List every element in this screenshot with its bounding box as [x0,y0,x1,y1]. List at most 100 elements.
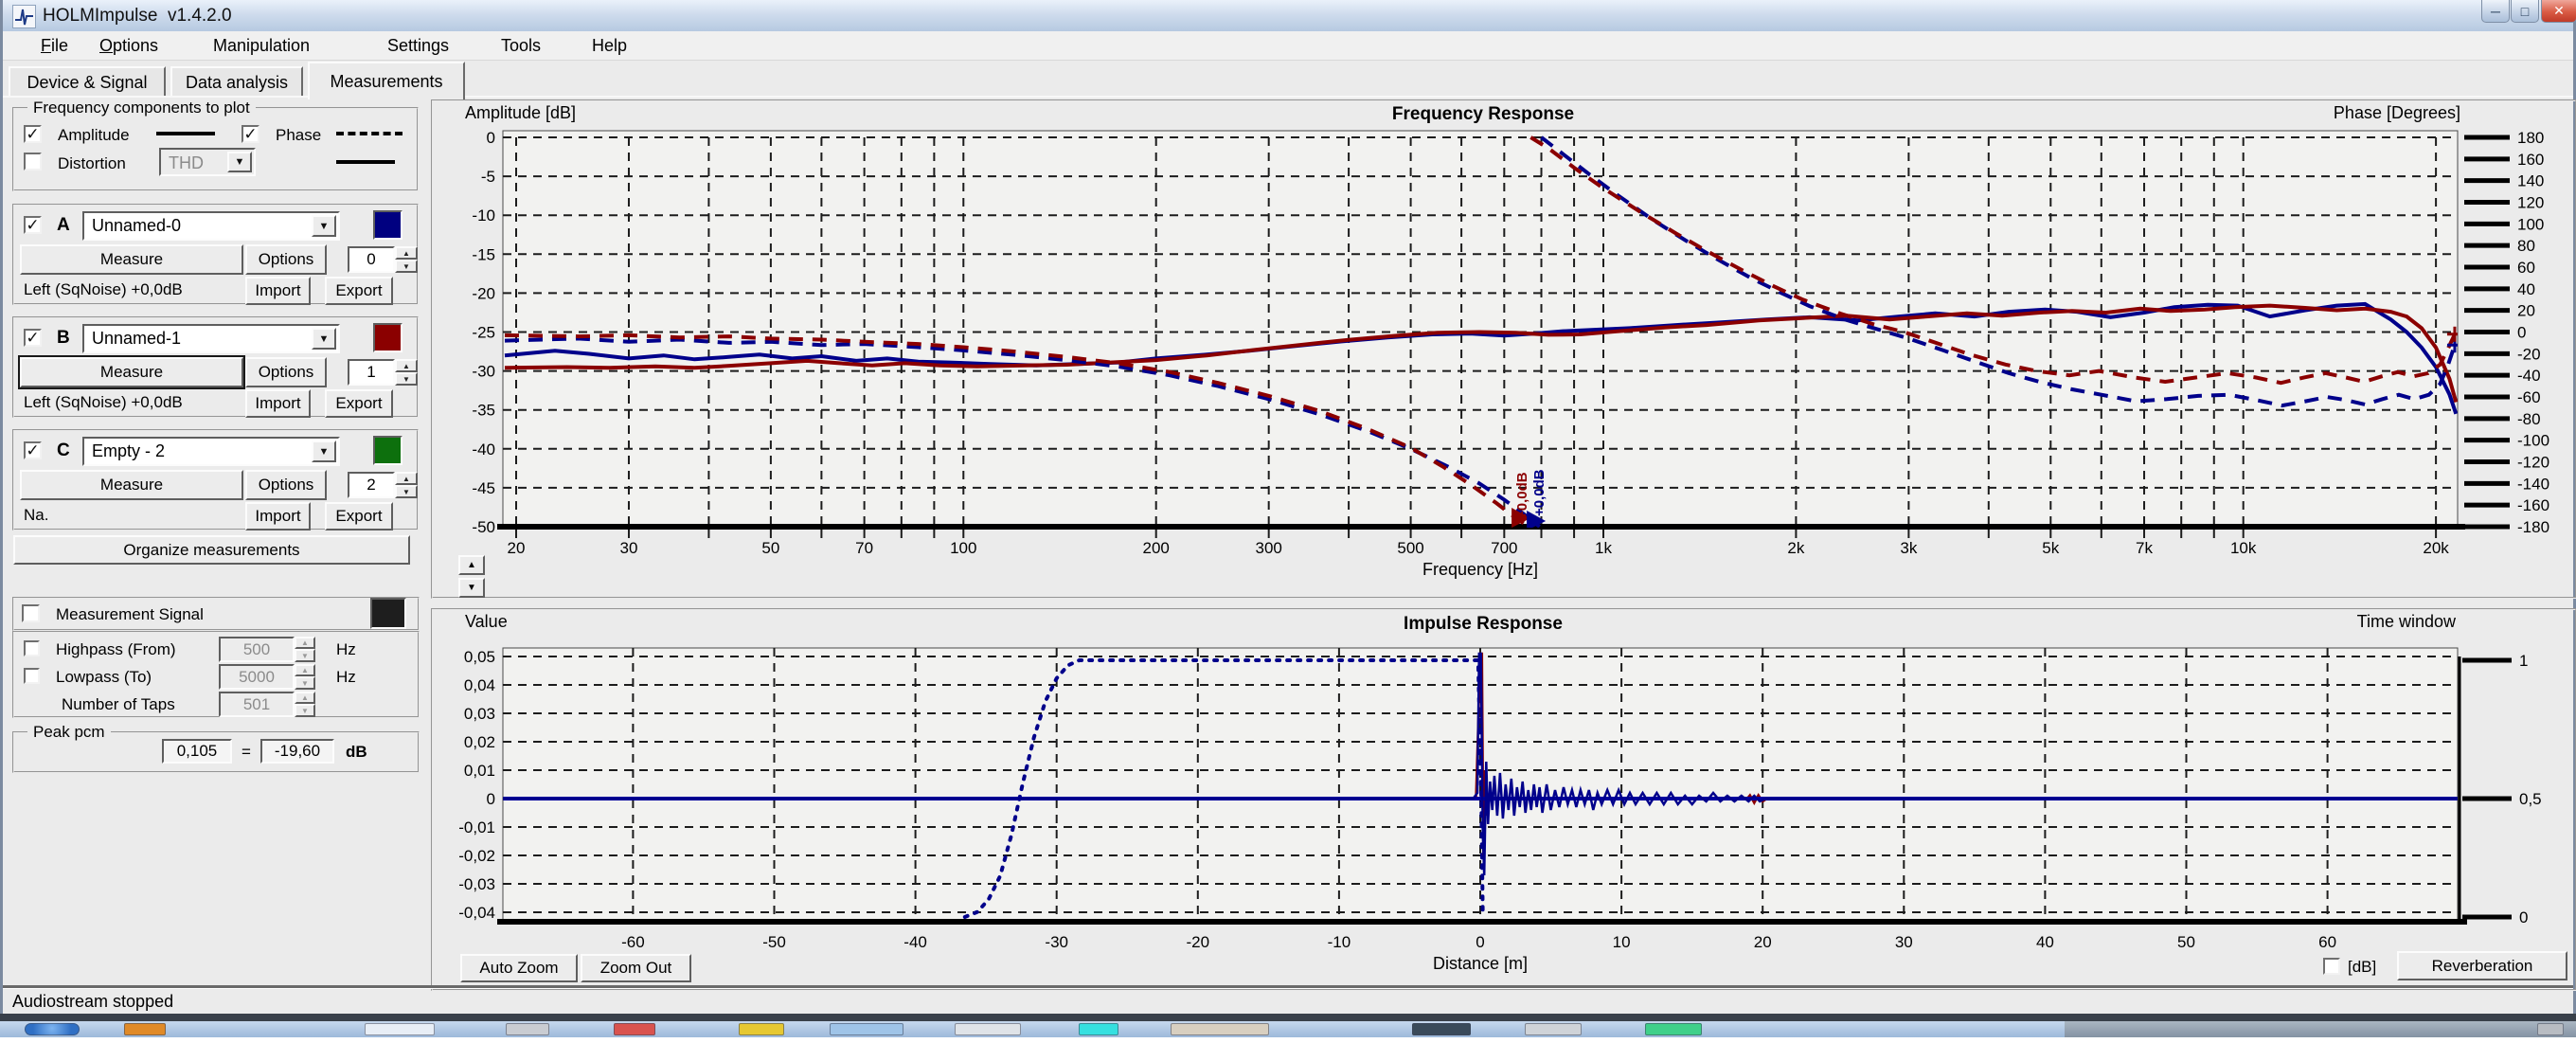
measurement-C-color-swatch[interactable] [373,436,402,465]
measurement-C-measure-button[interactable]: Measure [20,470,243,500]
spinner-up-icon[interactable]: ▲ [295,637,315,649]
distortion-line-sample [336,160,395,164]
zoom-out-button[interactable]: Zoom Out [581,954,691,982]
desktop-strip [0,1037,2576,1061]
spinner-up-icon[interactable]: ▲ [395,472,418,485]
taskbar-icon-app-cyan[interactable] [1079,1023,1118,1035]
menu-item-tools[interactable]: Tools [492,34,550,57]
db-checkbox[interactable] [2323,958,2340,975]
amplitude-checkbox[interactable]: ✓ [24,125,42,143]
peak-equals: = [242,743,251,762]
tab-data-analysis[interactable]: Data analysis [170,66,303,98]
peak-pcm-value: 0,105 [162,739,232,764]
ir-left-axis-label: Value [465,612,508,632]
taskbar-icon-start-button[interactable] [25,1023,80,1035]
taskbar-icon-app-grey[interactable] [506,1023,549,1035]
menu-item-help[interactable]: Help [582,34,636,57]
measurement-C-export-button[interactable]: Export [325,502,393,530]
auto-zoom-button[interactable]: Auto Zoom [460,954,578,982]
taskbar-icon-app-tan[interactable] [1171,1023,1269,1035]
measurement-C-import-button[interactable]: Import [245,502,311,530]
spinner-down-icon[interactable]: ▼ [295,704,315,717]
measurement-C-name: Empty - 2 [92,441,165,461]
taskbar-icon-app-yellow[interactable] [739,1023,784,1035]
taskbar-icon-show-desktop[interactable] [2537,1023,2564,1035]
fr-title: Frequency Response [1341,104,1625,125]
highpass-from--input[interactable]: 500 [219,637,295,662]
measurement-C-name-combobox[interactable]: Empty - 2 ▼ [82,437,340,466]
taskbar-icon-app-orange[interactable] [124,1023,166,1035]
distortion-checkbox[interactable] [24,153,42,171]
measurement-B-order-spinner[interactable]: 1 [348,359,395,386]
spinner-down-icon[interactable]: ▼ [395,485,418,498]
measurement-B-checkbox[interactable]: ✓ [24,329,42,347]
phase-line-sample [336,132,402,135]
spinner-down-icon[interactable]: ▼ [395,372,418,386]
spinner-up-icon[interactable]: ▲ [295,692,315,704]
spinner-down-icon[interactable]: ▼ [295,676,315,690]
spinner-up-icon[interactable]: ▲ [295,664,315,676]
maximize-button[interactable]: □ [2511,0,2539,23]
chevron-down-icon[interactable]: ▼ [227,152,252,172]
tab-measurements[interactable]: Measurements [308,62,465,99]
chevron-down-icon[interactable]: ▼ [312,441,336,462]
peak-db-value: -19,60 [260,739,334,764]
organize-measurements-button[interactable]: Organize measurements [13,535,410,565]
measurement-C-checkbox[interactable]: ✓ [24,441,42,459]
measurement-B-measure-button[interactable]: Measure [20,357,243,387]
taskbar-icon-app-lightgrey[interactable] [1525,1023,1582,1035]
measurement-B-color-swatch[interactable] [373,323,402,352]
phase-checkbox[interactable]: ✓ [242,125,259,143]
highpass-from--label: Highpass (From) [56,640,176,659]
measurement-B-options-button[interactable]: Options [245,357,327,387]
measurement-B-export-button[interactable]: Export [325,389,393,418]
distortion-select[interactable]: THD ▼ [159,148,256,176]
fr-scroll-up-button[interactable]: ▲ [458,555,485,575]
tab-device-signal[interactable]: Device & Signal [9,66,166,98]
lowpass-to--input[interactable]: 5000 [219,664,295,690]
measurement-C-options-button[interactable]: Options [245,470,327,500]
fr-right-axis-label: Phase [Degrees] [2228,103,2460,123]
measurement-A-measure-button[interactable]: Measure [20,244,243,275]
menu-item-settings[interactable]: Settings [378,34,458,57]
taskbar-icon-app-dark[interactable] [1412,1023,1471,1035]
title-bar[interactable]: HOLMImpulse v1.4.2.0 ─ □ ✕ [3,0,2573,32]
close-button[interactable]: ✕ [2541,0,2576,23]
screen: HOLMImpulse v1.4.2.0 ─ □ ✕ File Options Ma… [0,0,2576,1061]
measurement-B-name-combobox[interactable]: Unnamed-1▼ [82,324,340,353]
measurement-A-color-swatch[interactable] [373,210,402,240]
measurement-A-order-spinner[interactable]: 0 [348,246,395,273]
taskbar-icon-app-white[interactable] [955,1023,1021,1035]
measurement-A-checkbox[interactable]: ✓ [24,216,42,234]
measurement-C-order-spinner[interactable]: 2 [348,472,395,498]
measurement-A-export-button[interactable]: Export [325,277,393,305]
menu-item-file[interactable]: File [31,34,78,57]
taskbar-icon-app-window[interactable] [365,1023,435,1035]
spinner-down-icon[interactable]: ▼ [395,260,418,273]
taskbar-icon-app-red[interactable] [614,1023,655,1035]
taskbar-icon-app-photo[interactable] [830,1023,903,1035]
taskbar-icon-app-green[interactable] [1645,1023,1702,1035]
minimize-button[interactable]: ─ [2481,0,2510,23]
measurement-A-import-button[interactable]: Import [245,277,311,305]
chevron-down-icon[interactable]: ▼ [312,328,336,350]
measurement-signal-label: Measurement Signal [56,605,204,624]
spinner-up-icon[interactable]: ▲ [395,359,418,372]
measurement-block-C: ✓CEmpty - 2▼MeasureOptions2▲▼Na.ImportEx… [12,429,419,530]
measurement-signal-checkbox[interactable] [22,604,40,622]
reverberation-button[interactable]: Reverberation [2397,951,2567,980]
menu-item-manipulation[interactable]: Manipulation [204,34,319,57]
spinner-down-icon[interactable]: ▼ [295,649,315,662]
measurement-B-import-button[interactable]: Import [245,389,311,418]
measurement-A-name-combobox[interactable]: Unnamed-0▼ [82,211,340,241]
lowpass-to--checkbox[interactable] [24,668,40,684]
menu-item-options[interactable]: Options [90,34,168,57]
chevron-down-icon[interactable]: ▼ [312,215,336,237]
fr-scroll-down-button[interactable]: ▼ [458,578,485,598]
highpass-from--checkbox[interactable] [24,640,40,656]
measurement-A-source-info: Left (SqNoise) +0,0dB [24,280,183,299]
number-of-taps-input[interactable]: 501 [219,692,295,717]
spinner-up-icon[interactable]: ▲ [395,246,418,260]
measurement-signal-color-swatch[interactable] [370,598,406,629]
measurement-A-options-button[interactable]: Options [245,244,327,275]
